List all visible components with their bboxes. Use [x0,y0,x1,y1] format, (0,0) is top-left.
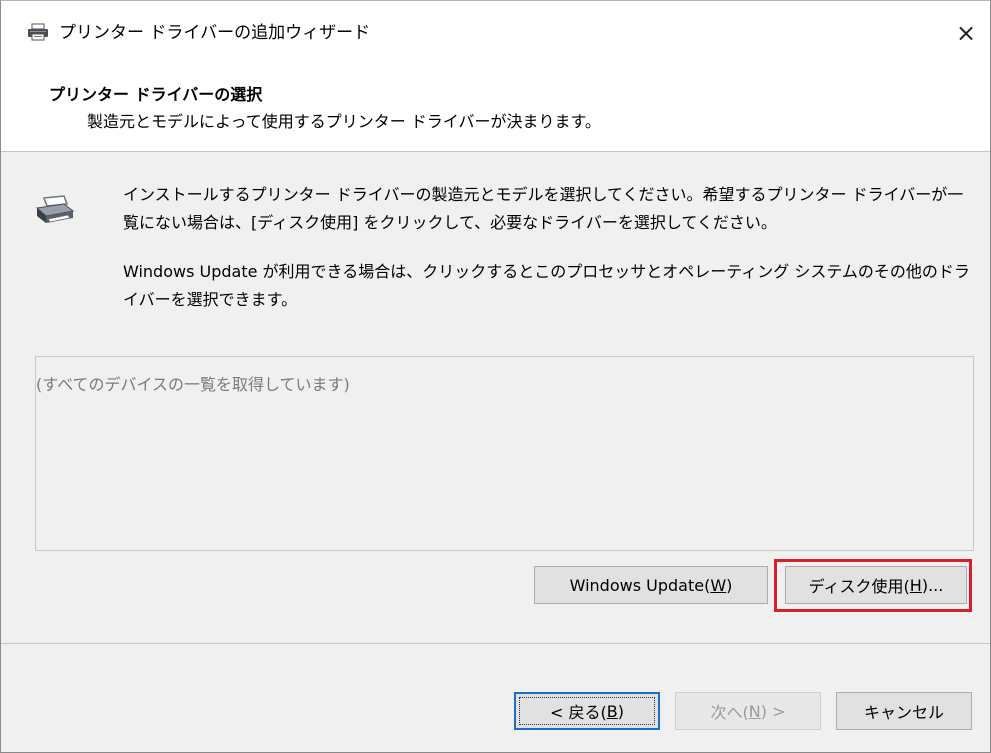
printer-icon [27,23,49,41]
device-list-status: (すべてのデバイスの一覧を取得しています) [36,375,350,394]
close-button[interactable]: × [942,13,990,53]
focus-rectangle [519,697,655,725]
windows-update-accel: W [710,575,727,595]
next-accel: N [748,701,761,721]
have-disk-button[interactable]: ディスク使用(H)... [785,566,967,604]
windows-update-label: Windows Update( [569,575,711,595]
wizard-window: プリンター ドライバーの追加ウィザード × プリンター ドライバーの選択 製造元… [0,0,991,753]
window-title: プリンター ドライバーの追加ウィザード [59,23,371,43]
have-disk-accel: H [909,575,922,595]
back-button[interactable]: < 戻る(B) [514,692,660,730]
have-disk-suffix: )... [921,575,944,595]
instruction-text: インストールするプリンター ドライバーの製造元とモデルを選択してください。希望す… [123,185,964,232]
windows-update-button[interactable]: Windows Update(W) [534,566,768,604]
cancel-button[interactable]: キャンセル [836,692,972,730]
wizard-header: プリンター ドライバーの選択 製造元とモデルによって使用するプリンター ドライバ… [1,59,990,152]
cancel-label: キャンセル [863,703,944,722]
have-disk-label: ディスク使用( [808,577,910,596]
close-icon: × [955,19,977,47]
footer-divider [1,643,990,644]
printer-icon [34,194,76,228]
windows-update-suffix: ) [726,575,733,595]
next-label: 次へ( [710,703,749,722]
page-title: プリンター ドライバーの選択 [49,85,263,104]
page-subtitle: 製造元とモデルによって使用するプリンター ドライバーが決まります。 [87,112,601,131]
device-list[interactable]: (すべてのデバイスの一覧を取得しています) [35,356,974,551]
next-button[interactable]: 次へ(N) > [675,692,821,730]
title-bar: プリンター ドライバーの追加ウィザード × [1,1,990,59]
windows-update-text: Windows Update が利用できる場合は、クリックするとこのプロセッサと… [123,262,970,309]
next-suffix: ) > [760,701,786,721]
